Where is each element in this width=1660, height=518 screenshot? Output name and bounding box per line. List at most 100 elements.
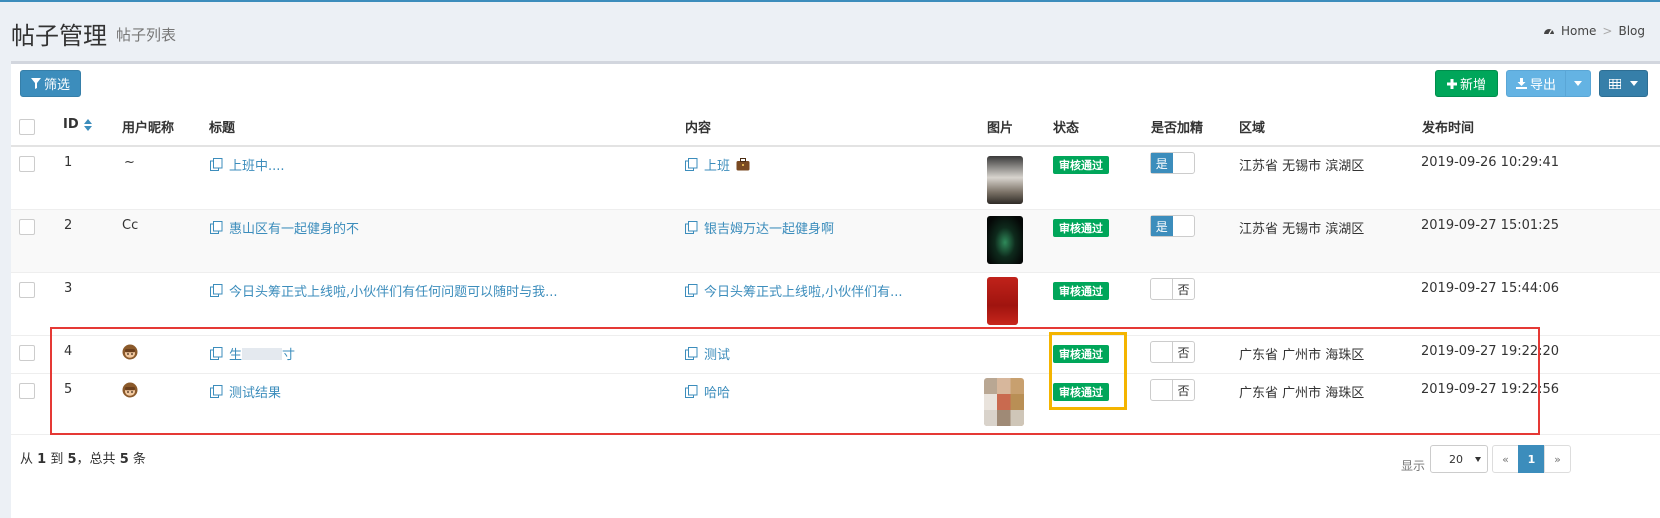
column-header-region: 区域	[1239, 121, 1266, 136]
featured-toggle[interactable]: 是	[1150, 152, 1195, 174]
column-header-status: 状态	[1053, 121, 1080, 136]
pagination-prev[interactable]: «	[1492, 445, 1519, 473]
breadcrumb-home[interactable]: Home	[1561, 24, 1596, 38]
breadcrumb-blog[interactable]: Blog	[1618, 24, 1645, 38]
page-title: 帖子管理	[11, 22, 107, 50]
pagination-summary: 从 1 到 5，总共 5 条	[20, 448, 146, 467]
row-content-link[interactable]: 上班	[685, 155, 750, 174]
post-image-thumbnail[interactable]	[987, 216, 1023, 264]
row-divider	[11, 209, 1660, 210]
copy-icon	[210, 284, 223, 297]
export-button-label: 导出	[1529, 78, 1556, 93]
row-title-text: 今日头筹正式上线啦,小伙伴们有任何问题可以随时与我...	[229, 285, 558, 300]
plus-icon	[1446, 78, 1457, 89]
summary-prefix: 从	[20, 452, 34, 467]
row-checkbox[interactable]	[19, 345, 35, 361]
briefcase-icon	[736, 158, 750, 171]
row-checkbox[interactable]	[19, 156, 35, 172]
annotation-highlight-red	[50, 327, 1540, 435]
toggle-on-label: 是	[1151, 216, 1173, 236]
page-size-select[interactable]: 20	[1430, 445, 1488, 473]
toggle-blank	[1173, 153, 1195, 173]
column-header-content: 内容	[685, 121, 712, 136]
column-header-image: 图片	[987, 121, 1014, 136]
row-content-text: 今日头筹正式上线啦,小伙伴们有...	[704, 285, 903, 300]
row-region: 江苏省 无锡市 滨湖区	[1239, 159, 1365, 174]
featured-toggle[interactable]: 否	[1150, 278, 1195, 300]
chevron-down-icon	[1574, 81, 1582, 86]
chevron-down-icon	[1475, 457, 1481, 462]
breadcrumb: Home > Blog	[1543, 24, 1645, 38]
select-all-checkbox[interactable]	[19, 119, 35, 135]
column-header-id[interactable]: ID	[63, 117, 92, 132]
copy-icon	[210, 221, 223, 234]
content-header: 帖子管理 帖子列表 Home > Blog	[0, 2, 1660, 56]
column-header-time: 发布时间	[1422, 121, 1475, 136]
annotation-highlight-yellow	[1049, 332, 1127, 410]
copy-icon	[685, 284, 698, 297]
pagination-page-1[interactable]: 1	[1518, 445, 1545, 473]
filter-icon	[30, 78, 41, 89]
row-divider	[11, 272, 1660, 273]
row-title-text: 惠山区有一起健身的不	[229, 222, 360, 237]
row-title-link[interactable]: 惠山区有一起健身的不	[210, 218, 359, 237]
row-title-link[interactable]: 上班中....	[210, 155, 285, 174]
post-image-thumbnail[interactable]	[987, 156, 1023, 204]
add-button[interactable]: 新增	[1435, 70, 1498, 97]
column-header-featured: 是否加精	[1151, 121, 1204, 136]
posts-box: 筛选 新增 导出 ID 用户昵称 标题 内容 图片 状态 是否加精 区域 发布时…	[11, 61, 1660, 518]
row-nickname: ~	[124, 155, 135, 170]
row-checkbox[interactable]	[19, 219, 35, 235]
row-time: 2019-09-27 15:01:25	[1421, 218, 1560, 233]
toggle-off-label: 否	[1172, 279, 1194, 299]
row-content-link[interactable]: 银吉姆万达一起健身啊	[685, 218, 834, 237]
table-icon	[1609, 78, 1621, 89]
summary-total: 5	[119, 452, 129, 467]
export-button[interactable]: 导出	[1506, 70, 1566, 97]
filter-button[interactable]: 筛选	[20, 70, 81, 97]
summary-from: 1	[37, 452, 47, 467]
filter-button-label: 筛选	[43, 78, 70, 93]
copy-icon	[685, 221, 698, 234]
breadcrumb-separator: >	[1602, 24, 1613, 38]
status-badge: 审核通过	[1053, 219, 1109, 237]
download-icon	[1515, 78, 1527, 89]
column-header-title: 标题	[209, 121, 236, 136]
post-image-thumbnail[interactable]	[987, 277, 1018, 325]
toggle-blank	[1151, 279, 1172, 299]
column-id-label: ID	[63, 117, 79, 132]
row-nickname: Cc	[122, 218, 139, 233]
pagination-next[interactable]: »	[1544, 445, 1571, 473]
status-badge: 审核通过	[1053, 156, 1109, 174]
row-time: 2019-09-27 15:44:06	[1421, 281, 1560, 296]
summary-total-suffix: 条	[132, 452, 146, 467]
row-content-text: 银吉姆万达一起健身啊	[704, 222, 835, 237]
dashboard-icon	[1543, 29, 1554, 35]
row-region: 江苏省 无锡市 滨湖区	[1239, 222, 1365, 237]
status-badge: 审核通过	[1053, 282, 1109, 300]
column-header-nickname: 用户昵称	[122, 121, 175, 136]
row-title-text: 上班中....	[229, 159, 285, 174]
row-time: 2019-09-26 10:29:41	[1421, 155, 1560, 170]
summary-total-prefix: ，总共	[76, 452, 116, 467]
export-dropdown-toggle[interactable]	[1565, 70, 1591, 97]
columns-toggle-button[interactable]	[1599, 70, 1648, 97]
summary-to-word: 到	[50, 452, 64, 467]
row-title-link[interactable]: 今日头筹正式上线啦,小伙伴们有任何问题可以随时与我...	[210, 281, 558, 300]
add-button-label: 新增	[1459, 78, 1486, 93]
row-content-text: 上班	[704, 159, 731, 174]
row-checkbox[interactable]	[19, 282, 35, 298]
sort-icon	[83, 118, 92, 131]
page-size-label: 显示	[1401, 459, 1426, 473]
row-id: 2	[64, 218, 73, 233]
page-size-value: 20	[1449, 452, 1463, 466]
row-checkbox[interactable]	[19, 383, 35, 399]
copy-icon	[685, 158, 698, 171]
page-subtitle: 帖子列表	[116, 26, 177, 44]
row-id: 1	[64, 155, 73, 170]
toggle-blank	[1173, 216, 1195, 236]
featured-toggle[interactable]: 是	[1150, 215, 1195, 237]
copy-icon	[210, 158, 223, 171]
row-content-link[interactable]: 今日头筹正式上线啦,小伙伴们有...	[685, 281, 903, 300]
row-id: 3	[64, 281, 73, 296]
